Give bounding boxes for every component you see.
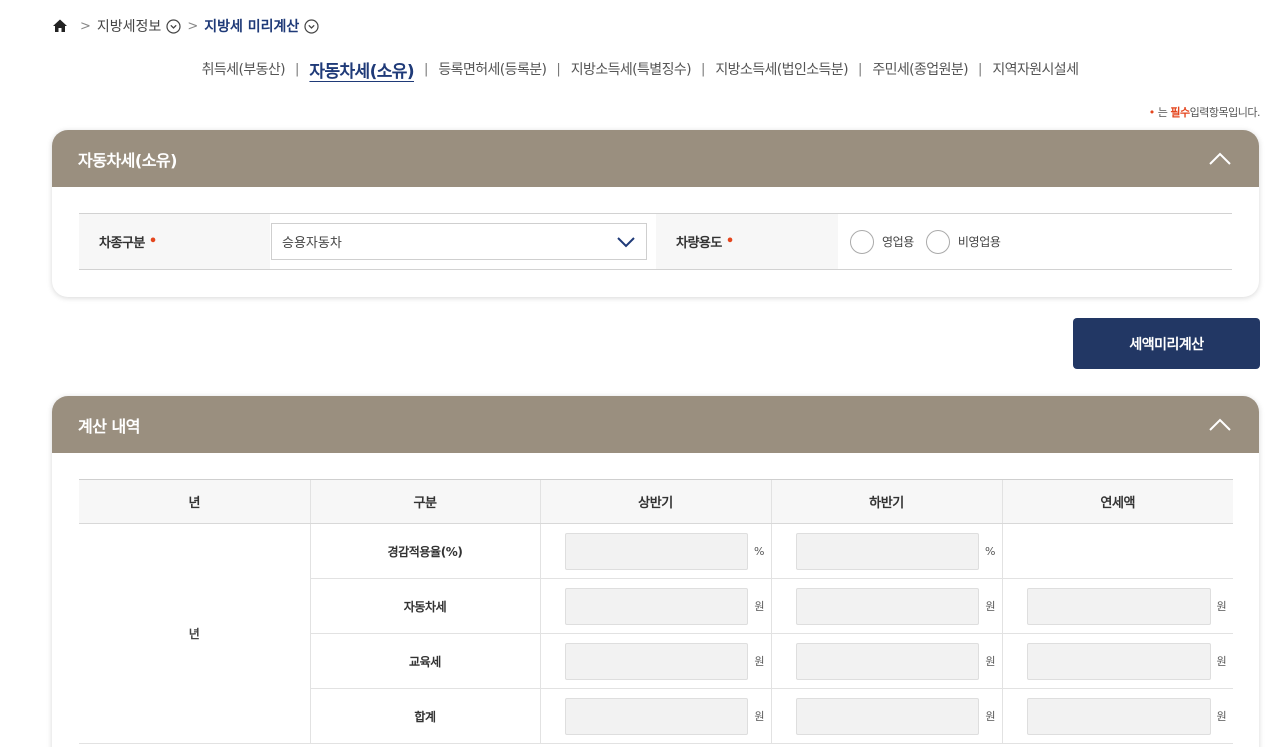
- vehicle-type-label-text: 차종구분: [99, 236, 145, 251]
- second-half-cell: %: [770, 523, 1002, 579]
- vehicle-usage-radio-group: 영업용 비영업용: [838, 214, 1232, 269]
- column-header-second-half: 하반기: [770, 479, 1002, 524]
- circle-chevron-down-icon[interactable]: [166, 18, 181, 34]
- year-cell: 년: [79, 523, 310, 744]
- unit-label: 원: [754, 710, 765, 723]
- annual-cell: 원: [1001, 633, 1233, 689]
- vehicle-tax-second-half-field: [795, 587, 980, 625]
- education-tax-annual-field: [1026, 642, 1211, 680]
- vehicle-usage-label-text: 차량용도: [676, 236, 722, 251]
- first-half-cell: %: [539, 523, 771, 579]
- panel-header: 계산 내역: [52, 396, 1259, 453]
- breadcrumb-item-tax-precalc[interactable]: 지방세 미리계산: [204, 16, 299, 36]
- total-annual-field: [1026, 697, 1211, 735]
- radio-circle-icon[interactable]: [925, 229, 950, 254]
- usage-radio-commercial[interactable]: 영업용: [850, 229, 914, 254]
- row-label-education-tax: 교육세: [309, 633, 540, 689]
- required-note-emphasis: 필수: [1170, 106, 1190, 119]
- required-dot: •: [148, 234, 157, 249]
- required-note-prefix: 는: [1157, 106, 1168, 119]
- collapse-chevron-up-icon[interactable]: [1207, 146, 1233, 172]
- required-dot: •: [1148, 106, 1156, 119]
- chevron-down-icon: [616, 235, 636, 249]
- panel-header: 자동차세(소유): [52, 130, 1259, 187]
- calculate-tax-button[interactable]: 세액미리계산: [1073, 318, 1260, 369]
- home-icon[interactable]: [52, 18, 68, 34]
- vehicle-tax-first-half-field: [564, 587, 749, 625]
- vehicle-usage-label: 차량용도 •: [656, 214, 838, 269]
- usage-radio-noncommercial[interactable]: 비영업용: [925, 229, 1001, 254]
- panel-title: 계산 내역: [78, 416, 140, 436]
- second-half-cell: 원: [770, 578, 1002, 634]
- unit-label: 원: [985, 710, 996, 723]
- chevron-right-icon: >: [80, 18, 91, 34]
- reduction-rate-first-half-field: [564, 532, 749, 570]
- row-label-total: 합계: [309, 688, 540, 744]
- usage-option-label: 비영업용: [957, 235, 1001, 249]
- row-label-reduction-rate: 경감적용율(%): [309, 523, 540, 579]
- vehicle-tax-panel: 자동차세(소유) 차종구분 • 승용자동차 차량용도 • 영업용 비영업용: [52, 130, 1259, 297]
- required-note-suffix: 입력항목입니다.: [1189, 106, 1261, 119]
- annual-cell: 원: [1001, 578, 1233, 634]
- circle-chevron-down-icon[interactable]: [304, 18, 319, 34]
- required-dot: •: [725, 234, 734, 249]
- vehicle-type-selected-value: 승용자동차: [282, 236, 342, 251]
- tab-vehicle-tax[interactable]: 자동차세(소유): [299, 57, 424, 82]
- total-second-half-field: [795, 697, 980, 735]
- tax-type-tabs: 취득세(부동산) | 자동차세(소유) | 등록면허세(등록분) | 지방소득세…: [0, 52, 1280, 86]
- reduction-rate-second-half-field: [795, 532, 980, 570]
- chevron-right-icon: >: [187, 18, 199, 34]
- first-half-cell: 원: [539, 578, 771, 634]
- total-first-half-field: [564, 697, 749, 735]
- unit-label: %: [985, 544, 996, 558]
- unit-label: 원: [754, 655, 765, 668]
- second-half-cell: 원: [770, 633, 1002, 689]
- row-label-vehicle-tax: 자동차세: [309, 578, 540, 634]
- column-header-first-half: 상반기: [539, 479, 771, 524]
- first-half-cell: 원: [539, 633, 771, 689]
- unit-label: 원: [1216, 710, 1227, 723]
- unit-label: 원: [985, 600, 996, 613]
- unit-label: 원: [1216, 600, 1227, 613]
- required-field-note: • 는 필수입력항목입니다.: [1148, 104, 1261, 120]
- column-header-year: 년: [79, 479, 310, 524]
- annual-cell-empty: [1001, 523, 1233, 579]
- vehicle-type-select[interactable]: 승용자동차: [271, 223, 647, 260]
- radio-circle-icon[interactable]: [850, 229, 874, 254]
- tab-local-income-tax-withholding[interactable]: 지방소득세(특별징수): [561, 59, 701, 79]
- unit-label: 원: [985, 655, 996, 668]
- unit-label: 원: [754, 600, 765, 613]
- breadcrumb-item-local-tax-info[interactable]: 지방세정보: [97, 16, 161, 36]
- education-tax-first-half-field: [564, 642, 749, 680]
- unit-label: %: [754, 544, 765, 558]
- second-half-cell: 원: [770, 688, 1002, 744]
- vehicle-tax-annual-field: [1026, 587, 1211, 625]
- panel-title: 자동차세(소유): [78, 150, 177, 170]
- vehicle-type-cell: 승용자동차: [270, 214, 656, 269]
- table-header-row: 년 구분 상반기 하반기 연세액: [79, 479, 1233, 524]
- breadcrumb: > 지방세정보 > 지방세 미리계산: [52, 14, 319, 38]
- education-tax-second-half-field: [795, 642, 980, 680]
- calculation-result-table: 년 구분 상반기 하반기 연세액 년 경감적용율(%) % % 자동차세 원 원…: [79, 479, 1233, 744]
- vehicle-form-row: 차종구분 • 승용자동차 차량용도 • 영업용 비영업용: [79, 213, 1232, 270]
- vehicle-type-label: 차종구분 •: [79, 214, 270, 269]
- unit-label: 원: [1216, 655, 1227, 668]
- table-row: 년 경감적용율(%) % %: [79, 523, 1233, 744]
- column-header-category: 구분: [309, 479, 540, 524]
- usage-option-label: 영업용: [882, 235, 914, 249]
- first-half-cell: 원: [539, 688, 771, 744]
- tab-acquisition-tax[interactable]: 취득세(부동산): [192, 59, 295, 79]
- tab-regional-resource-tax[interactable]: 지역자원시설세: [982, 59, 1088, 79]
- calculation-result-panel: 계산 내역 년 구분 상반기 하반기 연세액 년 경감적용율(%) % % 자동…: [52, 396, 1259, 747]
- tab-registration-license-tax[interactable]: 등록면허세(등록분): [428, 59, 556, 79]
- tab-local-income-tax-corporate[interactable]: 지방소득세(법인소득분): [705, 59, 858, 79]
- collapse-chevron-up-icon[interactable]: [1207, 412, 1233, 438]
- column-header-annual-tax: 연세액: [1001, 479, 1233, 524]
- annual-cell: 원: [1001, 688, 1233, 744]
- tab-resident-tax-employee[interactable]: 주민세(종업원분): [862, 59, 978, 79]
